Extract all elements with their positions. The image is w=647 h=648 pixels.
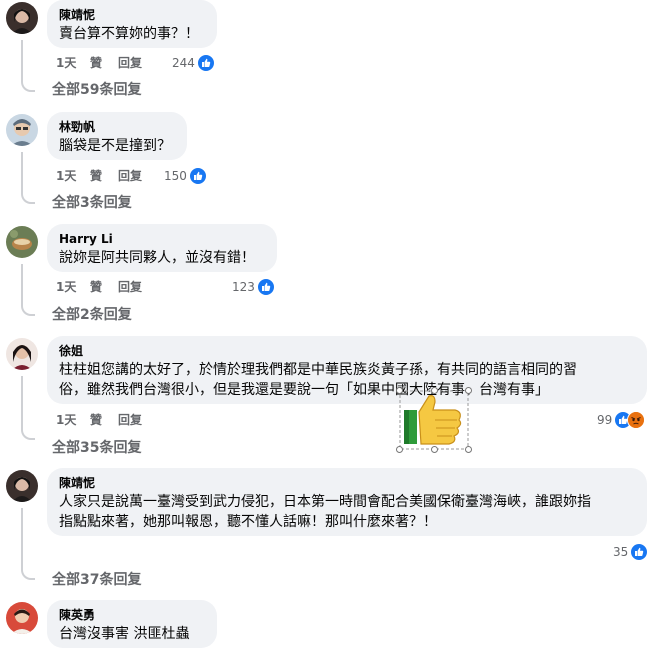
like-button[interactable]: 贊 xyxy=(90,167,102,185)
comment-time[interactable]: 1天 xyxy=(56,54,76,72)
thread-connector xyxy=(21,428,35,440)
thread-connector xyxy=(21,304,35,316)
like-icon xyxy=(196,54,215,72)
like-icon xyxy=(630,543,647,561)
reaction-number: 244 xyxy=(172,56,195,70)
thread-connector xyxy=(21,80,35,92)
comment-bubble: 陳英勇 台灣沒事害 洪匪杜蟲 xyxy=(47,600,217,648)
reply-button[interactable]: 回复 xyxy=(118,54,142,72)
resize-handle[interactable] xyxy=(431,387,438,394)
comment-actions: 1天 贊 回复 xyxy=(56,411,256,429)
comment-bubble: 陳靖怩 賣台算不算妳的事？！ xyxy=(47,0,217,48)
comment-bubble: Harry Li 說妳是阿共同夥人，並沒有錯！ xyxy=(47,224,277,272)
avatar[interactable] xyxy=(6,338,38,370)
like-button[interactable]: 贊 xyxy=(90,411,102,429)
view-replies-link[interactable]: 全部35条回复 xyxy=(52,439,141,457)
thread-line xyxy=(21,508,23,568)
resize-handle[interactable] xyxy=(431,446,438,453)
avatar[interactable] xyxy=(6,114,38,146)
comment-text: 賣台算不算妳的事？！ xyxy=(59,26,199,42)
resize-handle[interactable] xyxy=(465,387,472,394)
comment-actions: 1天 贊 回复 xyxy=(56,167,256,185)
like-icon xyxy=(188,167,207,185)
reply-button[interactable]: 回复 xyxy=(118,411,142,429)
reaction-count[interactable]: 99 xyxy=(597,411,646,429)
thread-line xyxy=(21,40,23,80)
comment-bubble: 徐姐 柱柱姐您講的太好了，於情於理我們都是中華民族炎黃子孫，有共同的語言相同的習… xyxy=(47,336,647,404)
resize-handle[interactable] xyxy=(465,446,472,453)
view-replies-link[interactable]: 全部59条回复 xyxy=(52,81,141,99)
comment-author[interactable]: 陳英勇 xyxy=(59,607,205,623)
comment-time[interactable]: 1天 xyxy=(56,411,76,429)
comment-text-line: 人家只是說萬一臺灣受到武力侵犯，日本第一時間會配合美國保衛臺灣海峽，誰跟妳指 xyxy=(59,494,591,510)
reaction-count[interactable]: 123 xyxy=(232,278,275,296)
comment-time[interactable]: 1天 xyxy=(56,278,76,296)
comment-time[interactable]: 1天 xyxy=(56,167,76,185)
comment-text: 說妳是阿共同夥人，並沒有錯！ xyxy=(59,250,255,266)
comment-author[interactable]: 林勁帆 xyxy=(59,119,175,135)
comment-text-line: 俗，雖然我們台灣很小，但是我還是要說一句「如果中國大陸有事、台灣有事」 xyxy=(59,382,549,398)
like-button[interactable]: 贊 xyxy=(90,54,102,72)
thread-line xyxy=(21,376,23,428)
thumbs-up-sticker[interactable] xyxy=(396,387,472,453)
angry-face-icon xyxy=(627,411,646,429)
thread-connector xyxy=(21,568,35,580)
thread-line xyxy=(21,152,23,192)
avatar[interactable] xyxy=(6,602,38,634)
reaction-count[interactable]: 150 xyxy=(164,167,207,185)
view-replies-link[interactable]: 全部37条回复 xyxy=(52,571,141,589)
reaction-number: 123 xyxy=(232,280,255,294)
comment-author[interactable]: Harry Li xyxy=(59,231,265,247)
comment-bubble: 林勁帆 腦袋是不是撞到？ xyxy=(47,112,187,160)
reaction-number: 99 xyxy=(597,413,613,427)
comment-author[interactable]: 陳靖怩 xyxy=(59,475,635,491)
view-replies-link[interactable]: 全部3条回复 xyxy=(52,194,132,212)
reaction-count[interactable]: 244 xyxy=(172,54,215,72)
comment-text: 台灣沒事害 洪匪杜蟲 xyxy=(59,626,190,642)
comment-text-line: 柱柱姐您講的太好了，於情於理我們都是中華民族炎黃子孫，有共同的語言相同的習 xyxy=(59,362,577,378)
like-button[interactable]: 贊 xyxy=(90,278,102,296)
thumbs-up-icon xyxy=(399,390,469,450)
thread-line xyxy=(21,264,23,304)
comment-text: 腦袋是不是撞到？ xyxy=(59,138,171,154)
avatar[interactable] xyxy=(6,470,38,502)
avatar[interactable] xyxy=(6,2,38,34)
resize-handle[interactable] xyxy=(396,446,403,453)
thread-connector xyxy=(21,192,35,204)
comment-text-line: 指點點來著，她那叫報恩，聽不懂人話嘛！那叫什麼來著？！ xyxy=(59,514,437,530)
reaction-count[interactable]: 35 xyxy=(613,543,647,561)
reply-button[interactable]: 回复 xyxy=(118,278,142,296)
like-icon xyxy=(256,278,275,296)
resize-handle[interactable] xyxy=(396,387,403,394)
comment-actions: 1天 贊 回复 xyxy=(56,278,256,296)
view-replies-link[interactable]: 全部2条回复 xyxy=(52,306,132,324)
avatar[interactable] xyxy=(6,226,38,258)
comment-bubble: 陳靖怩 人家只是說萬一臺灣受到武力侵犯，日本第一時間會配合美國保衛臺灣海峽，誰跟… xyxy=(47,468,647,536)
comment-actions: 1天 贊 回复 xyxy=(56,54,256,72)
comment-author[interactable]: 陳靖怩 xyxy=(59,7,205,23)
reply-button[interactable]: 回复 xyxy=(118,167,142,185)
comment-author[interactable]: 徐姐 xyxy=(59,343,635,359)
reaction-number: 35 xyxy=(613,545,629,559)
reaction-number: 150 xyxy=(164,169,187,183)
